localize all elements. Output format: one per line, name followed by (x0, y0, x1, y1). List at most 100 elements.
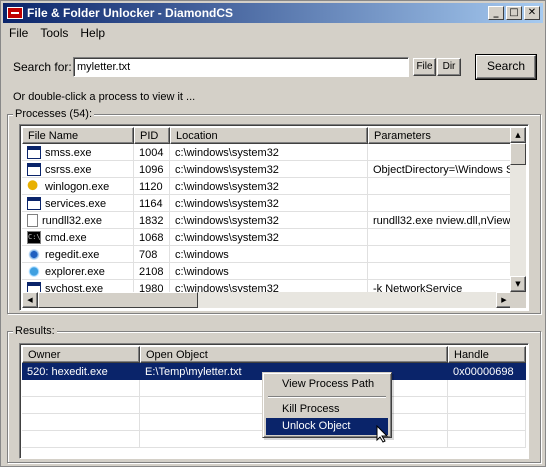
column-handle[interactable]: Handle (448, 346, 526, 363)
process-vertical-scrollbar[interactable]: ▲ ▼ (510, 127, 526, 292)
process-name: regedit.exe (45, 248, 100, 261)
process-params (368, 178, 514, 195)
process-location: c:\windows (170, 246, 368, 263)
process-name: winlogon.exe (45, 180, 110, 193)
process-name-cell: rundll32.exe (22, 212, 134, 229)
regedit-icon (27, 248, 41, 261)
process-params (368, 229, 514, 246)
process-pid: 708 (134, 246, 170, 263)
process-name: rundll32.exe (42, 214, 102, 227)
window-icon (27, 146, 41, 159)
process-location: c:\windows\system32 (170, 161, 368, 178)
app-window: File & Folder Unlocker - DiamondCS _ □ ✕… (0, 0, 546, 467)
table-row[interactable]: winlogon.exe 1120 c:\windows\system32 (22, 178, 514, 195)
process-name: cmd.exe (45, 231, 87, 244)
table-row[interactable]: csrss.exe 1096 c:\windows\system32 Objec… (22, 161, 514, 178)
process-location: c:\windows (170, 263, 368, 280)
explorer-icon (27, 265, 41, 278)
results-group-label: Results: (13, 325, 57, 337)
process-name-cell: services.exe (22, 195, 134, 212)
process-params (368, 246, 514, 263)
process-params (368, 195, 514, 212)
menu-file[interactable]: File (3, 24, 34, 42)
menu-item-view-process-path[interactable]: View Process Path (266, 376, 388, 393)
process-params: rundll32.exe nview.dll,nViewIn (368, 212, 514, 229)
process-pid: 1096 (134, 161, 170, 178)
table-row[interactable]: C:\ cmd.exe 1068 c:\windows\system32 (22, 229, 514, 246)
process-pid: 1004 (134, 144, 170, 161)
scroll-thumb[interactable] (38, 292, 198, 308)
menu-separator (268, 396, 386, 398)
mouse-cursor-icon (376, 425, 389, 443)
process-name-cell: csrss.exe (22, 161, 134, 178)
search-input[interactable] (73, 57, 409, 77)
winlogon-icon (27, 180, 41, 193)
close-button[interactable]: ✕ (524, 6, 540, 20)
process-name: smss.exe (45, 146, 92, 159)
process-name-cell: regedit.exe (22, 246, 134, 263)
minimize-button[interactable]: _ (488, 6, 504, 20)
scroll-up-icon[interactable]: ▲ (510, 127, 526, 143)
process-location: c:\windows\system32 (170, 195, 368, 212)
process-name: explorer.exe (45, 265, 105, 278)
menu-help[interactable]: Help (74, 24, 111, 42)
result-handle: 0x00000698 (448, 363, 526, 380)
process-location: c:\windows\system32 (170, 229, 368, 246)
scroll-down-icon[interactable]: ▼ (510, 276, 526, 292)
hint-text: Or double-click a process to view it ... (13, 91, 196, 103)
process-pid: 2108 (134, 263, 170, 280)
process-params: ObjectDirectory=\Windows S (368, 161, 514, 178)
process-name-cell: winlogon.exe (22, 178, 134, 195)
menu-tools[interactable]: Tools (34, 24, 74, 42)
column-parameters[interactable]: Parameters (368, 127, 514, 144)
column-owner[interactable]: Owner (22, 346, 140, 363)
processes-group-label: Processes (54): (13, 108, 95, 120)
process-params (368, 263, 514, 280)
column-file-name[interactable]: File Name (22, 127, 134, 144)
process-list-header: File Name PID Location Parameters (22, 127, 514, 144)
window-title: File & Folder Unlocker - DiamondCS (27, 6, 234, 20)
scrollbar-corner (510, 292, 526, 308)
maximize-button[interactable]: □ (506, 6, 522, 20)
app-icon (7, 7, 23, 19)
process-pid: 1068 (134, 229, 170, 246)
process-pid: 1832 (134, 212, 170, 229)
scroll-left-icon[interactable]: ◀ (22, 292, 38, 308)
process-location: c:\windows\system32 (170, 212, 368, 229)
search-label: Search for: (13, 60, 72, 74)
table-row[interactable]: explorer.exe 2108 c:\windows (22, 263, 514, 280)
scroll-thumb[interactable] (510, 143, 526, 165)
process-params (368, 144, 514, 161)
table-row[interactable]: services.exe 1164 c:\windows\system32 (22, 195, 514, 212)
process-name: services.exe (45, 197, 107, 210)
process-name-cell: C:\ cmd.exe (22, 229, 134, 246)
column-pid[interactable]: PID (134, 127, 170, 144)
menu-item-kill-process[interactable]: Kill Process (266, 401, 388, 418)
context-menu: View Process Path Kill Process Unlock Ob… (262, 372, 392, 438)
process-name-cell: explorer.exe (22, 263, 134, 280)
file-button[interactable]: File (413, 58, 436, 76)
process-name-cell: smss.exe (22, 144, 134, 161)
process-horizontal-scrollbar[interactable]: ◀ ▶ (22, 292, 512, 308)
process-list[interactable]: File Name PID Location Parameters smss.e… (19, 124, 529, 311)
window-icon (27, 197, 41, 210)
search-button[interactable]: Search (475, 54, 537, 80)
result-owner: 520: hexedit.exe (22, 363, 140, 380)
table-row[interactable]: smss.exe 1004 c:\windows\system32 (22, 144, 514, 161)
dir-button[interactable]: Dir (437, 58, 461, 76)
process-rows: smss.exe 1004 c:\windows\system32 csrss.… (22, 144, 514, 297)
process-pid: 1164 (134, 195, 170, 212)
menu-item-unlock-object[interactable]: Unlock Object (266, 418, 388, 435)
title-bar[interactable]: File & Folder Unlocker - DiamondCS _ □ ✕ (3, 3, 543, 23)
column-open-object[interactable]: Open Object (140, 346, 448, 363)
table-row[interactable]: rundll32.exe 1832 c:\windows\system32 ru… (22, 212, 514, 229)
table-row[interactable]: regedit.exe 708 c:\windows (22, 246, 514, 263)
process-location: c:\windows\system32 (170, 178, 368, 195)
document-icon (27, 214, 38, 227)
process-pid: 1120 (134, 178, 170, 195)
results-list-header: Owner Open Object Handle (22, 346, 526, 363)
process-location: c:\windows\system32 (170, 144, 368, 161)
column-location[interactable]: Location (170, 127, 368, 144)
menu-bar: File Tools Help (3, 24, 111, 42)
window-icon (27, 163, 41, 176)
